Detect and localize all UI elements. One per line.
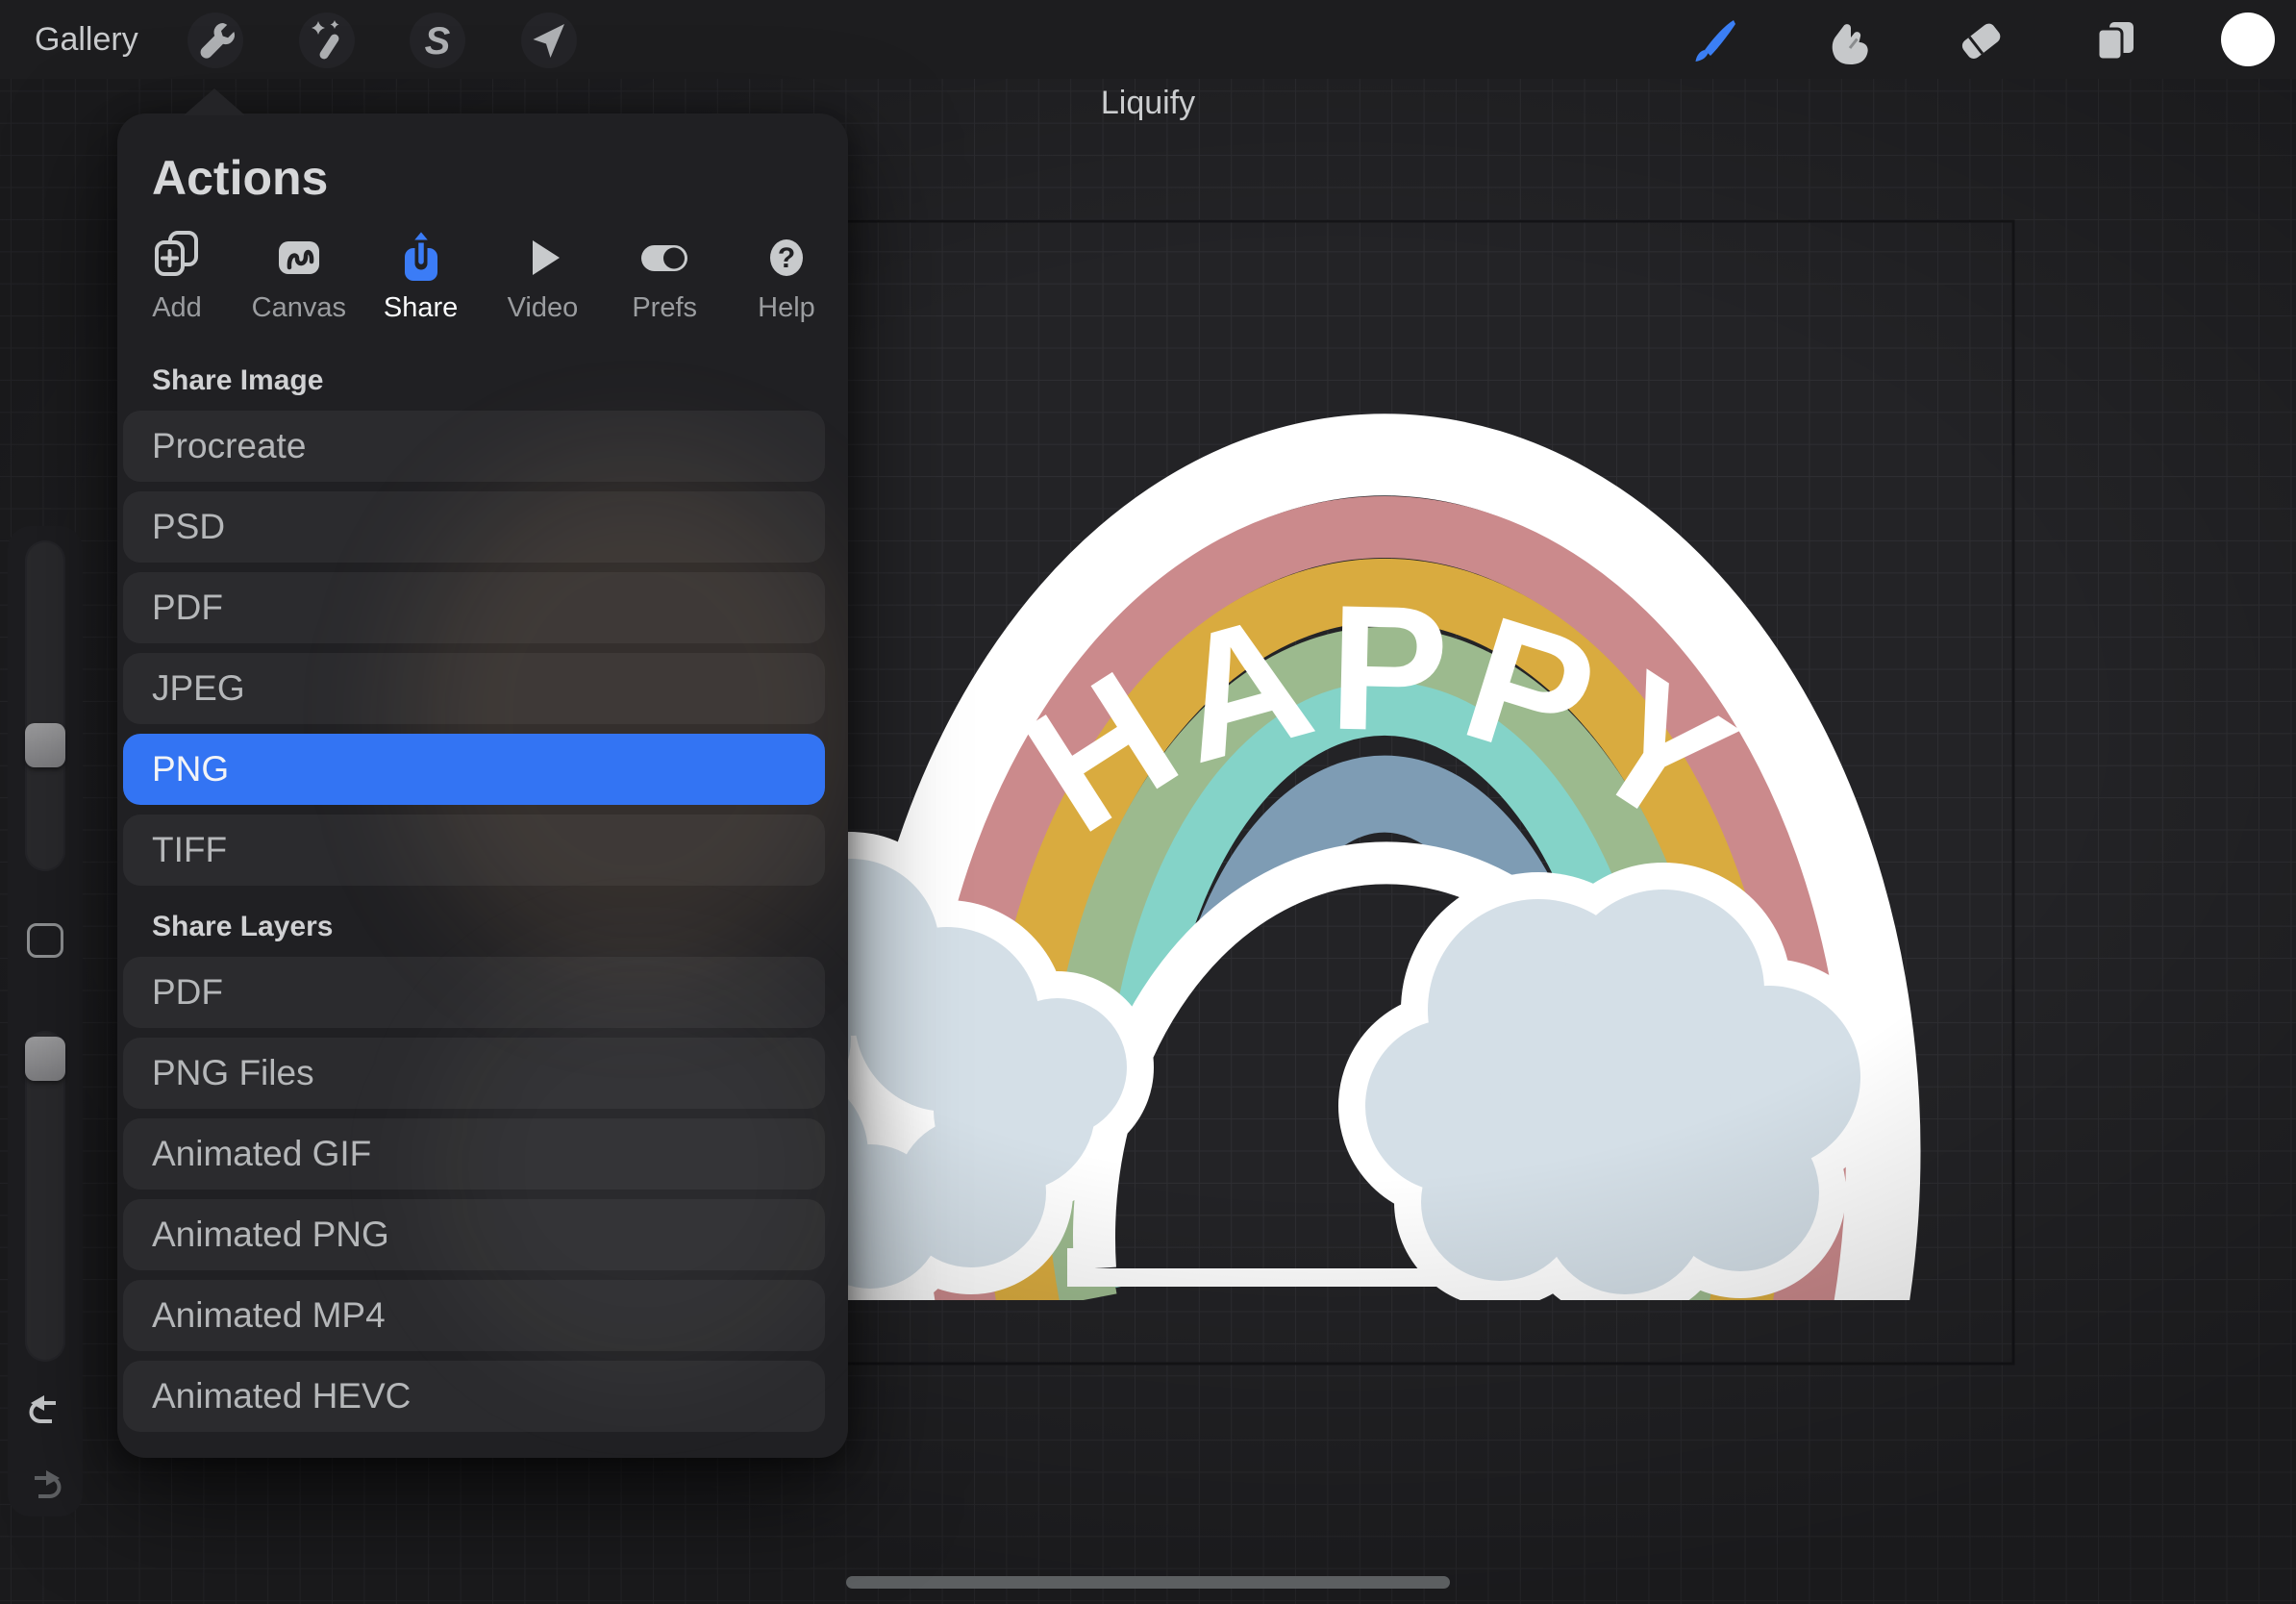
share-layers-option-animated-png[interactable]: Animated PNG (123, 1199, 825, 1270)
procreate-app: HAPPY Liquify Gallery S Actions Add Canv… (0, 0, 2296, 1604)
tab-help[interactable]: ? Help (735, 227, 838, 324)
tab-label: Canvas (251, 292, 346, 323)
svg-text:?: ? (778, 242, 795, 274)
option-label: Animated PNG (152, 1215, 389, 1254)
share-layers-option-pdf[interactable]: PDF (123, 957, 825, 1028)
option-label: JPEG (152, 668, 245, 708)
popover-arrow (184, 88, 245, 115)
smudge-icon (1832, 24, 1868, 64)
modify-button[interactable] (27, 923, 63, 958)
actions-popover: Actions Add Canvas Share Video Prefs ? H… (117, 113, 848, 1458)
undo-button[interactable] (24, 1390, 66, 1432)
share-layers-header: Share Layers (152, 911, 334, 942)
gallery-button[interactable]: Gallery (35, 0, 138, 79)
eraser-icon (1961, 23, 2001, 59)
actions-button[interactable] (187, 13, 243, 68)
eraser-tool-button[interactable] (1953, 13, 2009, 68)
undo-icon (29, 1395, 56, 1423)
tab-label: Video (507, 292, 579, 323)
opacity-handle[interactable] (25, 1037, 65, 1081)
option-label: Animated GIF (152, 1134, 372, 1173)
share-image-option-procreate[interactable]: Procreate (123, 411, 825, 482)
share-image-option-tiff[interactable]: TIFF (123, 815, 825, 886)
transform-button[interactable] (521, 13, 577, 68)
share-layers-option-animated-mp4[interactable]: Animated MP4 (123, 1280, 825, 1351)
option-label: Animated HEVC (152, 1376, 412, 1416)
brush-tool-button[interactable] (1685, 13, 1741, 68)
home-indicator[interactable] (846, 1576, 1450, 1589)
layers-button[interactable] (2087, 13, 2143, 68)
brush-size-slider[interactable] (25, 540, 65, 871)
selection-s-icon: S (425, 20, 451, 63)
wrench-icon (200, 22, 235, 59)
sidebar-rail (8, 526, 83, 1516)
option-label: TIFF (152, 830, 228, 869)
share-layers-option-animated-gif[interactable]: Animated GIF (123, 1118, 825, 1190)
help-icon: ? (769, 239, 803, 276)
brush-icon (1695, 20, 1735, 62)
add-icon (155, 231, 198, 276)
tab-share[interactable]: Share (369, 227, 473, 324)
canvas-status-label: Liquify (1100, 85, 1196, 121)
tab-prefs[interactable]: Prefs (612, 227, 716, 324)
layers-icon (2096, 22, 2134, 62)
selection-button[interactable]: S (410, 13, 465, 68)
option-label: PNG (152, 749, 230, 789)
adjustments-button[interactable] (299, 13, 355, 68)
redo-icon (35, 1470, 62, 1498)
transform-arrow-icon (533, 24, 564, 58)
share-layers-option-png-files[interactable]: PNG Files (123, 1038, 825, 1109)
video-icon (533, 240, 561, 275)
option-label: PDF (152, 588, 223, 627)
share-image-option-psd[interactable]: PSD (123, 491, 825, 563)
tab-video[interactable]: Video (490, 227, 594, 324)
option-label: PDF (152, 972, 223, 1012)
option-label: Procreate (152, 426, 307, 465)
actions-tab-bar: Add Canvas Share Video Prefs ? Help (117, 206, 848, 324)
redo-button[interactable] (24, 1465, 66, 1507)
share-image-header: Share Image (152, 364, 324, 396)
panel-title: Actions (152, 151, 329, 205)
prefs-icon (641, 245, 688, 271)
share-layers-option-animated-hevc[interactable]: Animated HEVC (123, 1361, 825, 1432)
share-image-option-pdf[interactable]: PDF (123, 572, 825, 643)
share-image-option-jpeg[interactable]: JPEG (123, 653, 825, 724)
share-image-option-png[interactable]: PNG (123, 734, 825, 805)
tab-label: Share (383, 292, 459, 323)
option-label: Animated MP4 (152, 1295, 386, 1335)
tab-label: Add (152, 292, 202, 323)
svg-text:S: S (425, 20, 451, 63)
share-icon (404, 227, 437, 281)
tab-add[interactable]: Add (125, 227, 229, 324)
brush-size-handle[interactable] (25, 723, 65, 767)
tab-canvas[interactable]: Canvas (247, 227, 351, 324)
magic-wand-icon (312, 20, 339, 60)
option-label: PSD (152, 507, 226, 546)
tab-label: Help (758, 292, 815, 323)
smudge-tool-button[interactable] (1820, 13, 1876, 68)
tab-label: Prefs (632, 292, 698, 323)
canvas-icon (278, 241, 319, 274)
option-label: PNG Files (152, 1053, 314, 1092)
color-swatch-button[interactable] (2221, 13, 2275, 66)
